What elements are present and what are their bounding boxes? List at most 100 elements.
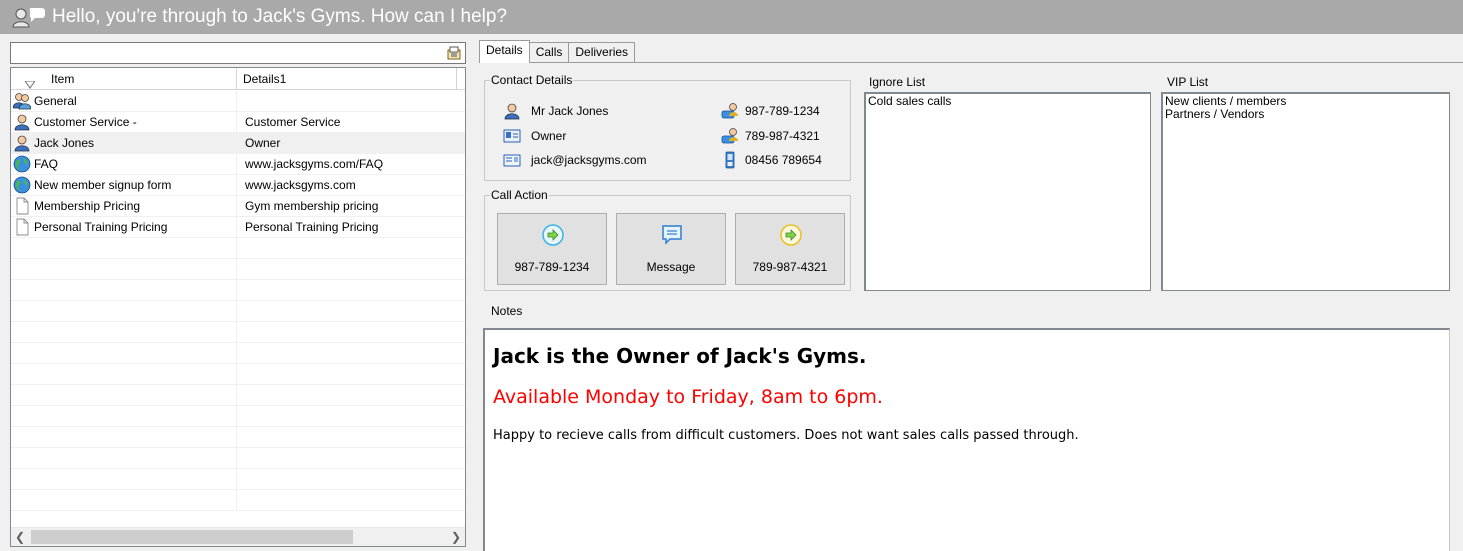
forward-call-icon [780,224,802,246]
notes-heading: Jack is the Owner of Jack's Gyms. [493,344,867,368]
column-header-details[interactable]: Details1 [237,68,457,90]
item-details: Gym membership pricing [245,199,379,213]
mobile-phone-icon [721,151,739,169]
empty-row [11,258,465,280]
scroll-right-icon[interactable]: ❯ [447,528,465,546]
list-item[interactable]: Membership Pricing Gym membership pricin… [11,195,465,217]
operator-chat-icon [12,6,46,28]
phone-person-icon [721,102,739,120]
list-item[interactable]: Personal Training Pricing Personal Train… [11,216,465,238]
item-name: Membership Pricing [34,199,141,213]
notes-editor[interactable]: Jack is the Owner of Jack's Gyms. Availa… [483,328,1450,551]
directory-panel: Item Details1 General Customer Service -… [10,42,466,547]
tab-details[interactable]: Details [479,40,530,63]
message-label: Message [646,260,696,274]
item-name: General [34,94,77,108]
item-name: Personal Training Pricing [34,220,168,234]
search-box[interactable] [10,42,466,64]
contact-phone2-text: 789-987-4321 [745,129,820,143]
call-action-legend: Call Action [491,188,548,202]
title-bar: Hello, you're through to Jack's Gyms. Ho… [0,0,1463,34]
notes-label: Notes [491,304,523,318]
contact-email-text: jack@jacksgyms.com [531,153,647,167]
list-item[interactable]: New member signup form www.jacksgyms.com [11,174,465,196]
email-card-icon [503,151,521,169]
contact-phone1[interactable]: 987-789-1234 [721,102,820,120]
window-title: Hello, you're through to Jack's Gyms. Ho… [52,6,508,27]
scrollbar-thumb[interactable] [31,530,353,544]
message-button[interactable]: Message [616,213,726,285]
globe-icon [13,176,31,194]
empty-row [11,489,465,511]
contact-role: Owner [503,127,566,145]
contact-mobile[interactable]: 08456 789654 [721,151,822,169]
item-details: Personal Training Pricing [245,220,379,234]
empty-row [11,321,465,343]
tab-calls[interactable]: Calls [528,42,570,63]
empty-row [11,363,465,385]
item-details: Owner [245,136,281,150]
message-icon [661,224,683,246]
scroll-left-icon[interactable]: ❮ [11,528,29,546]
item-details: Customer Service [245,115,341,129]
contact-role-text: Owner [531,129,567,143]
person-icon [503,102,521,120]
item-name: Customer Service - [34,115,137,129]
contact-email[interactable]: jack@jacksgyms.com [503,151,647,169]
empty-row [11,300,465,322]
person-icon [13,113,31,131]
forward-call-icon [542,224,564,246]
list-item[interactable]: General [11,90,465,112]
list-body: General Customer Service - Customer Serv… [11,90,465,526]
contact-name-text: Mr Jack Jones [531,104,609,118]
notes-availability: Available Monday to Friday, 8am to 6pm. [493,386,883,408]
empty-row [11,342,465,364]
list-item[interactable]: Jack Jones Owner [11,132,465,154]
call-phone2-label: 789-987-4321 [752,260,828,274]
item-details: www.jacksgyms.com/FAQ [245,157,384,171]
contact-phone2[interactable]: 789-987-4321 [721,127,820,145]
person-icon [13,134,31,152]
empty-row [11,279,465,301]
call-phone2-button[interactable]: 789-987-4321 [735,213,845,285]
horizontal-scrollbar[interactable]: ❮ ❯ [11,527,465,546]
list-item[interactable]: Customer Service - Customer Service [11,111,465,133]
document-icon [13,197,31,215]
call-phone1-button[interactable]: 987-789-1234 [497,213,607,285]
phone-person-icon [721,127,739,145]
empty-row [11,237,465,259]
tab-deliveries[interactable]: Deliveries [568,42,636,63]
contact-mobile-text: 08456 789654 [745,153,822,167]
ignore-list[interactable]: Cold sales calls [864,92,1151,291]
document-icon [13,218,31,236]
directory-list[interactable]: Item Details1 General Customer Service -… [10,67,466,547]
globe-icon [13,155,31,173]
contact-phone1-text: 987-789-1234 [745,104,820,118]
contact-details-legend: Contact Details [491,73,573,87]
empty-row [11,468,465,490]
empty-row [11,447,465,469]
empty-row [11,405,465,427]
list-item[interactable]: FAQ www.jacksgyms.com/FAQ [11,153,465,175]
list-header: Item Details1 [11,68,465,90]
item-details: www.jacksgyms.com [245,178,356,192]
list-item[interactable]: Partners / Vendors [1165,108,1447,121]
call-phone1-label: 987-789-1234 [514,260,590,274]
item-name: Jack Jones [34,136,95,150]
vip-list-label: VIP List [1167,75,1209,89]
empty-row [11,426,465,448]
directory-search-icon[interactable] [447,46,461,60]
vip-list[interactable]: New clients / members Partners / Vendors [1161,92,1450,291]
notes-body: Happy to recieve calls from difficult cu… [493,428,1079,443]
list-item[interactable]: Cold sales calls [868,95,1148,108]
column-header-item-label: Item [51,72,75,86]
ignore-list-label: Ignore List [869,75,926,89]
id-card-icon [503,127,521,145]
column-header-item[interactable]: Item [11,68,237,90]
contact-name: Mr Jack Jones [503,102,608,120]
item-name: New member signup form [34,178,172,192]
group-icon [12,92,32,110]
empty-row [11,384,465,406]
search-input[interactable] [12,44,432,62]
tab-bar: Details Calls Deliveries [479,40,636,63]
